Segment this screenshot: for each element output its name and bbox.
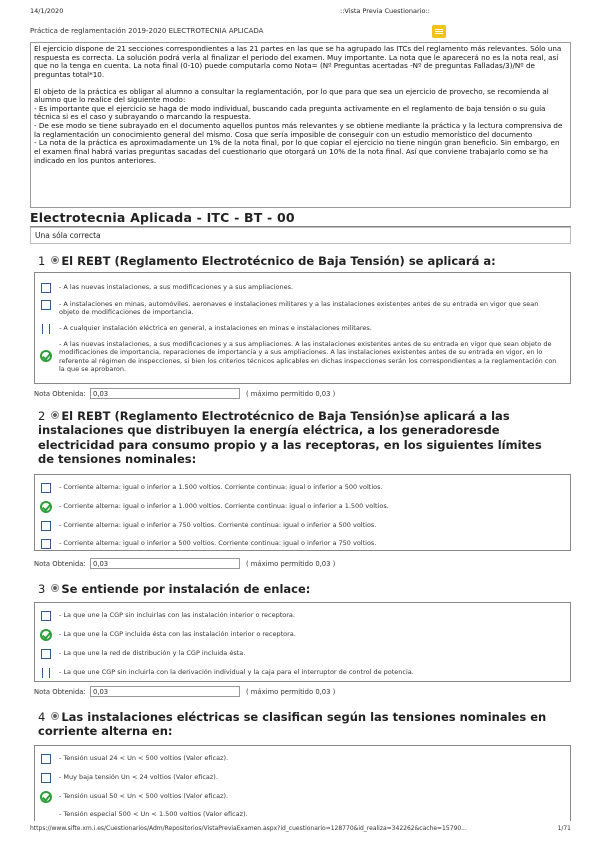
checkbox-icon[interactable]: [41, 810, 51, 820]
checkbox-icon[interactable]: [41, 283, 51, 293]
question-number: 4: [38, 710, 46, 724]
radio-icon: [51, 411, 60, 419]
course-title: Práctica de reglamentación 2019-2020 ELE…: [30, 27, 264, 35]
answer-mode: Una sóla correcta: [30, 227, 571, 244]
print-date: 14/1/2020: [30, 7, 64, 15]
grade-max: ( máximo permitido 0,03 ): [246, 390, 336, 398]
grade-max: ( máximo permitido 0,03 ): [246, 560, 336, 568]
intro-paragraph: - Es importante que el ejercicio se haga…: [34, 103, 546, 122]
question-number: 2: [38, 409, 46, 423]
radio-icon: [51, 584, 60, 592]
question-text: El REBT (Reglamento Electrotécnico de Ba…: [61, 254, 496, 268]
checkbox-icon[interactable]: [41, 754, 51, 764]
options-box: - A las nuevas instalaciones, a sus modi…: [34, 272, 571, 384]
question-heading: 2 El REBT (Reglamento Electrotécnico de B…: [38, 409, 558, 467]
correct-check-icon[interactable]: [40, 629, 52, 641]
grade-input[interactable]: 0,03: [90, 558, 240, 569]
correct-check-icon[interactable]: [40, 791, 52, 803]
checkbox-icon[interactable]: [41, 611, 51, 621]
radio-icon: [51, 712, 60, 720]
question-number: 3: [38, 582, 46, 596]
checkbox-icon[interactable]: [41, 521, 51, 531]
intro-paragraph: - De ese modo se tiene subrayado en el d…: [34, 121, 563, 139]
checkbox-icon[interactable]: [41, 483, 51, 493]
grade-row: Nota Obtenida: 0,03 ( máximo permitido 0…: [34, 388, 335, 399]
print-header: 14/1/2020 ::Vista Previa Cuestionario::: [30, 7, 569, 17]
grade-input[interactable]: 0,03: [90, 686, 240, 697]
note-icon[interactable]: [432, 25, 446, 38]
question-text: Las instalaciones eléctricas se clasific…: [38, 710, 547, 739]
intro-paragraph: - La nota de la práctica es aproximadame…: [34, 138, 560, 165]
intro-paragraph: El objeto de la práctica es obligar al a…: [34, 86, 549, 105]
grade-label: Nota Obtenida:: [34, 560, 86, 568]
checkbox-icon[interactable]: [41, 668, 51, 678]
print-footer: https://www.sifte.xm.i.es/Cuestionarios/…: [30, 825, 571, 832]
options-box: - La que une la CGP sin incluirlas con l…: [34, 602, 571, 682]
options-box: - Corriente alterna: igual o inferior a …: [34, 474, 571, 551]
page-number: 1/71: [557, 825, 571, 832]
question-heading: 4 Las instalaciones eléctricas se clasifi…: [38, 710, 558, 739]
checkbox-icon[interactable]: [41, 649, 51, 659]
grade-label: Nota Obtenida:: [34, 688, 86, 696]
question-text: El REBT (Reglamento Electrotécnico de Ba…: [38, 409, 542, 467]
grade-label: Nota Obtenida:: [34, 390, 86, 398]
radio-icon: [51, 256, 60, 264]
checkbox-icon[interactable]: [41, 539, 51, 549]
options-box: - Tensión usual 24 < Un < 500 voltios (V…: [34, 745, 571, 821]
checkbox-icon[interactable]: [41, 773, 51, 783]
question-text: Se entiende por instalación de enlace:: [61, 582, 311, 596]
question-heading: 1 El REBT (Reglamento Electrotécnico de B…: [38, 254, 558, 268]
checkbox-icon[interactable]: [41, 324, 51, 334]
print-title: ::Vista Previa Cuestionario::: [340, 7, 430, 15]
section-title: Electrotecnia Aplicada - ITC - BT - 00: [30, 210, 571, 227]
page-url: https://www.sifte.xm.i.es/Cuestionarios/…: [30, 825, 467, 832]
grade-row: Nota Obtenida: 0,03 ( máximo permitido 0…: [34, 558, 335, 569]
correct-check-icon[interactable]: [40, 501, 52, 513]
intro-paragraph: El ejercicio dispone de 21 secciones cor…: [34, 44, 562, 79]
grade-row: Nota Obtenida: 0,03 ( máximo permitido 0…: [34, 686, 335, 697]
grade-max: ( máximo permitido 0,03 ): [246, 688, 336, 696]
intro-box: El ejercicio dispone de 21 secciones cor…: [30, 42, 571, 208]
correct-check-icon[interactable]: [40, 350, 52, 362]
question-heading: 3 Se entiende por instalación de enlace:: [38, 582, 558, 596]
question-number: 1: [38, 254, 46, 268]
grade-input[interactable]: 0,03: [90, 388, 240, 399]
checkbox-icon[interactable]: [41, 300, 51, 310]
